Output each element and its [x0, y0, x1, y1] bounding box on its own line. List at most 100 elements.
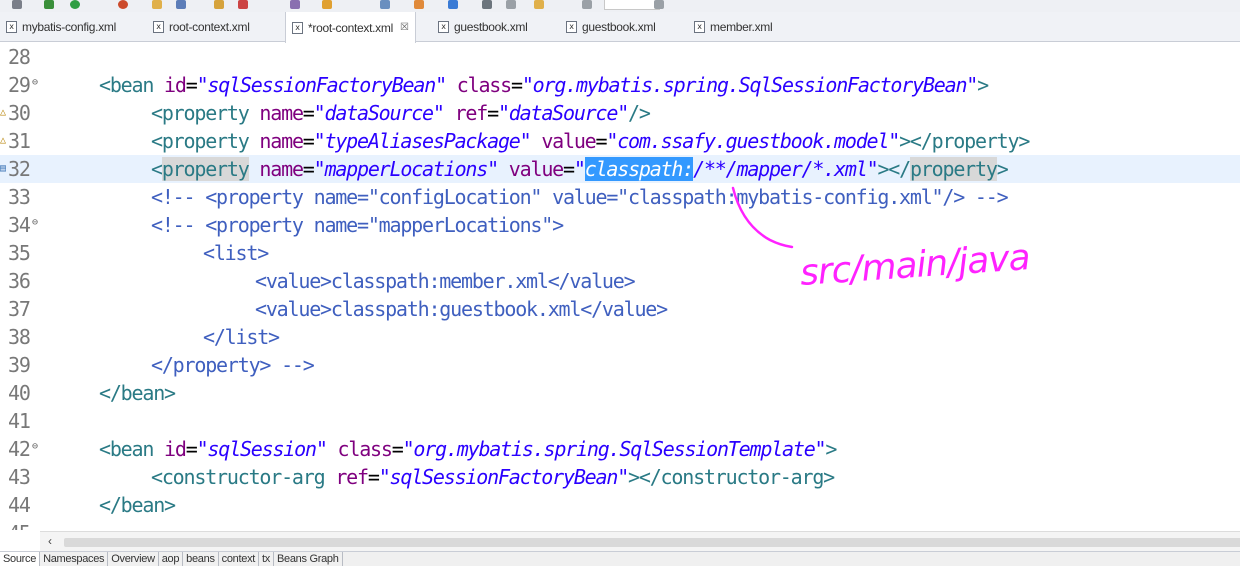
code-line[interactable]: 45 [0, 519, 1240, 530]
toolbar-folder-icon[interactable] [152, 0, 162, 9]
code-line[interactable]: 44 </bean> [0, 491, 1240, 519]
editor-tab-bar: x mybatis-config.xml x root-context.xml … [0, 12, 1240, 43]
tab-label: guestbook.xml [454, 20, 528, 34]
code-line[interactable]: △ 31 <property name="typeAliasesPackage"… [0, 127, 1240, 155]
code-line[interactable]: 36 <value>classpath:member.xml</value> [0, 267, 1240, 295]
toolbar-forward-icon[interactable] [448, 0, 458, 9]
code-line[interactable]: 43 <constructor-arg ref="sqlSessionFacto… [0, 463, 1240, 491]
tab-mybatis-config[interactable]: x mybatis-config.xml [0, 12, 122, 42]
code-line[interactable]: 35 <list> [0, 239, 1240, 267]
line-number: 41 [8, 409, 31, 433]
tab-member[interactable]: x member.xml [688, 12, 778, 42]
toolbar-next-icon[interactable] [482, 0, 492, 9]
xml-source-editor[interactable]: 28 29 ⊖ <bean id="sqlSessionFactoryBean"… [0, 43, 1240, 530]
toolbar [0, 0, 1240, 12]
code-line[interactable]: △ 30 <property name="dataSource" ref="da… [0, 99, 1240, 127]
xml-file-icon: x [153, 21, 164, 33]
tab-root-context[interactable]: x root-context.xml [147, 12, 256, 42]
toolbar-add-icon[interactable] [70, 0, 80, 9]
tab-label: mybatis-config.xml [22, 20, 116, 34]
page-tab-namespaces[interactable]: Namespaces [40, 552, 109, 566]
attr-value: "dataSource" [497, 101, 629, 125]
attr-value-quote: " [573, 157, 586, 181]
page-tab-context[interactable]: context [219, 552, 260, 566]
xml-file-icon: x [566, 21, 577, 33]
attr-value: /**/mapper/*.xml" [693, 157, 879, 181]
line-number: 39 [8, 353, 31, 377]
fold-toggle-icon[interactable]: ⊖ [32, 211, 38, 235]
tab-root-context-modified[interactable]: x *root-context.xml ☒ [285, 12, 416, 43]
page-tab-beans-graph[interactable]: Beans Graph [274, 552, 343, 566]
line-number: 40 [8, 381, 31, 405]
warning-marker-icon: △ [0, 107, 6, 118]
toolbar-dropdown-icon[interactable] [654, 0, 664, 9]
fold-toggle-icon[interactable]: ⊖ [32, 435, 38, 459]
toolbar-tool-icon[interactable] [214, 0, 224, 9]
warning-marker-icon: △ [0, 135, 6, 146]
xml-comment: <!-- <property name="mapperLocations"> [151, 213, 564, 237]
code-line[interactable]: 33 <!-- <property name="configLocation" … [0, 183, 1240, 211]
code-line[interactable]: 37 <value>classpath:guestbook.xml</value… [0, 295, 1240, 323]
attr-value: "dataSource" [313, 101, 445, 125]
line-number: 37 [8, 297, 31, 321]
line-number: 43 [8, 465, 31, 489]
code-line[interactable]: 40 </bean> [0, 379, 1240, 407]
attr-value: "sqlSession" [196, 437, 328, 461]
xml-comment: classpath:member.xml [330, 269, 549, 293]
line-number: 45 [8, 519, 31, 530]
code-line[interactable]: 34 ⊖ <!-- <property name="mapperLocation… [0, 211, 1240, 239]
xml-file-icon: x [292, 21, 303, 34]
tab-label: root-context.xml [169, 20, 250, 34]
toolbar-quick-field[interactable] [604, 0, 660, 10]
attr-value: "sqlSessionFactoryBean" [196, 73, 448, 97]
toolbar-back-icon[interactable] [414, 0, 424, 9]
page-tab-beans[interactable]: beans [183, 552, 219, 566]
fold-toggle-icon[interactable]: ⊖ [32, 71, 38, 95]
current-code-line[interactable]: ▤ 32 <property name="mapperLocations" va… [0, 155, 1240, 183]
line-number: 42 [8, 437, 31, 461]
toolbar-run-icon[interactable] [238, 0, 248, 9]
toolbar-build-icon[interactable] [176, 0, 186, 9]
line-number: 44 [8, 493, 31, 517]
scroll-left-icon[interactable]: ‹ [48, 534, 52, 548]
attr-value: "mapperLocations" [313, 157, 500, 181]
selected-text[interactable]: classpath: [584, 157, 694, 181]
toolbar-arrow-icon[interactable] [44, 0, 54, 9]
toolbar-page-icon[interactable] [506, 0, 516, 9]
code-line[interactable]: 39 </property> --> [0, 351, 1240, 379]
line-number: 29 [8, 73, 31, 97]
tab-label: guestbook.xml [582, 20, 656, 34]
toolbar-menu-icon[interactable] [12, 0, 22, 9]
code-line[interactable]: 29 ⊖ <bean id="sqlSessionFactoryBean" cl… [0, 71, 1240, 99]
tab-guestbook-2[interactable]: x guestbook.xml [560, 12, 661, 42]
scrollbar-thumb[interactable] [64, 538, 1240, 547]
attr-value: "org.mybatis.spring.SqlSessionFactoryBea… [521, 73, 979, 97]
page-tab-tx[interactable]: tx [259, 552, 274, 566]
horizontal-scrollbar[interactable]: ‹ [40, 531, 1240, 551]
tab-label: *root-context.xml [308, 20, 393, 35]
toolbar-debug-icon[interactable] [322, 0, 332, 9]
toolbar-search-icon[interactable] [290, 0, 300, 9]
code-line[interactable]: 28 [0, 43, 1240, 71]
xml-file-icon: x [6, 21, 17, 33]
close-tab-icon[interactable]: ☒ [400, 22, 409, 33]
code-line[interactable]: 38 </list> [0, 323, 1240, 351]
line-number: 32 [8, 157, 31, 181]
toolbar-edit-icon[interactable] [534, 0, 544, 9]
change-marker-icon: ▤ [0, 163, 6, 174]
xml-comment: <!-- <property name="configLocation" val… [151, 185, 1009, 209]
page-tab-overview[interactable]: Overview [108, 552, 159, 566]
page-tab-source[interactable]: Source [0, 552, 41, 566]
line-number: 33 [8, 185, 31, 209]
toolbar-refresh-icon[interactable] [118, 0, 128, 9]
line-number: 30 [8, 101, 31, 125]
page-tab-aop[interactable]: aop [159, 552, 184, 566]
line-number: 38 [8, 325, 31, 349]
toolbar-grid-icon[interactable] [582, 0, 592, 9]
line-number: 36 [8, 269, 31, 293]
code-line[interactable]: 42 ⊖ <bean id="sqlSession" class="org.my… [0, 435, 1240, 463]
toolbar-nav-icon[interactable] [380, 0, 390, 9]
tab-guestbook[interactable]: x guestbook.xml [432, 12, 533, 42]
code-line[interactable]: 41 [0, 407, 1240, 435]
xml-file-icon: x [694, 21, 705, 33]
